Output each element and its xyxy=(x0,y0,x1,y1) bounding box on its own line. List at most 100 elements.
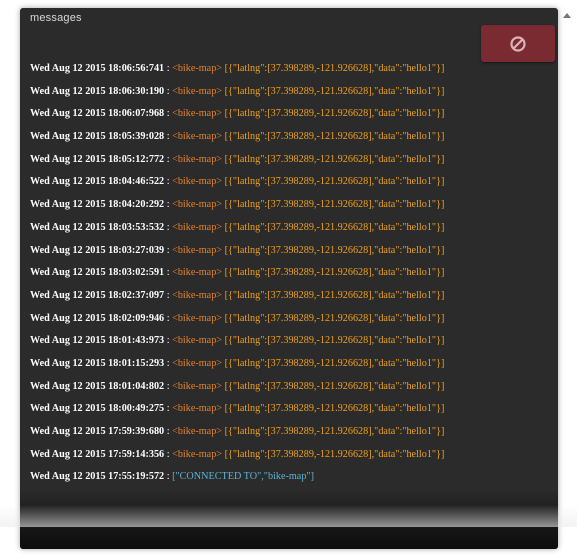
message-row: Wed Aug 12 2015 17:55:19:572 : ["CONNECT… xyxy=(30,466,490,489)
message-payload: [{"latlng":[37.398289,-121.926628],"data… xyxy=(224,244,445,256)
panel-title: messages xyxy=(30,12,82,24)
message-separator: : xyxy=(164,426,173,437)
bottom-reflection xyxy=(0,505,577,527)
message-channel: <bike-map> xyxy=(172,380,223,392)
message-payload: [{"latlng":[37.398289,-121.926628],"data… xyxy=(224,108,445,120)
message-row: Wed Aug 12 2015 17:59:39:680 : <bike-map… xyxy=(30,421,490,444)
message-row: Wed Aug 12 2015 18:02:37:097 : <bike-map… xyxy=(30,285,490,308)
message-row: Wed Aug 12 2015 18:05:12:772 : <bike-map… xyxy=(30,149,490,172)
message-channel: <bike-map> xyxy=(172,131,223,143)
message-timestamp: Wed Aug 12 2015 18:03:53:532 xyxy=(30,221,165,233)
message-separator: : xyxy=(164,108,173,120)
message-timestamp: Wed Aug 12 2015 18:03:02:591 xyxy=(30,267,165,279)
message-channel: <bike-map> xyxy=(172,199,223,211)
message-row: Wed Aug 12 2015 18:06:07:968 : <bike-map… xyxy=(30,103,490,126)
block-icon xyxy=(510,35,526,52)
message-channel: <bike-map> xyxy=(172,403,223,415)
message-timestamp: Wed Aug 12 2015 18:04:20:292 xyxy=(30,199,165,211)
message-timestamp: Wed Aug 12 2015 18:03:27:039 xyxy=(30,244,165,256)
message-payload: [{"latlng":[37.398289,-121.926628],"data… xyxy=(224,153,445,165)
message-row: Wed Aug 12 2015 18:04:46:522 : <bike-map… xyxy=(30,171,490,194)
message-timestamp: Wed Aug 12 2015 18:02:09:946 xyxy=(30,312,165,324)
message-separator: : xyxy=(164,289,173,301)
message-payload: [{"latlng":[37.398289,-121.926628],"data… xyxy=(224,426,445,437)
message-payload: ["CONNECTED TO","bike-map"] xyxy=(172,471,314,483)
message-timestamp: Wed Aug 12 2015 18:01:15:293 xyxy=(30,357,165,369)
message-row: Wed Aug 12 2015 18:01:04:802 : <bike-map… xyxy=(30,376,490,399)
message-separator: : xyxy=(164,471,173,483)
message-payload: [{"latlng":[37.398289,-121.926628],"data… xyxy=(224,267,445,279)
message-separator: : xyxy=(164,244,173,256)
message-separator: : xyxy=(164,176,173,188)
message-payload: [{"latlng":[37.398289,-121.926628],"data… xyxy=(224,289,445,301)
message-separator: : xyxy=(164,267,173,279)
message-timestamp: Wed Aug 12 2015 18:06:30:190 xyxy=(30,85,165,97)
message-row: Wed Aug 12 2015 18:00:49:275 : <bike-map… xyxy=(30,398,490,421)
message-log: Wed Aug 12 2015 18:06:56:741 : <bike-map… xyxy=(30,58,490,489)
clear-messages-button[interactable] xyxy=(481,25,555,62)
message-separator: : xyxy=(164,357,173,369)
message-payload: [{"latlng":[37.398289,-121.926628],"data… xyxy=(224,380,445,392)
message-payload: [{"latlng":[37.398289,-121.926628],"data… xyxy=(224,176,445,188)
message-separator: : xyxy=(164,63,173,74)
message-channel: <bike-map> xyxy=(172,85,223,97)
message-channel: <bike-map> xyxy=(172,221,223,233)
message-row: Wed Aug 12 2015 17:59:14:356 : <bike-map… xyxy=(30,444,490,467)
message-channel: <bike-map> xyxy=(172,335,223,347)
message-separator: : xyxy=(164,131,173,143)
message-timestamp: Wed Aug 12 2015 18:01:43:973 xyxy=(30,335,165,347)
message-timestamp: Wed Aug 12 2015 17:59:14:356 xyxy=(30,448,165,460)
scroll-up-arrow-icon[interactable] xyxy=(563,13,571,18)
message-timestamp: Wed Aug 12 2015 18:04:46:522 xyxy=(30,176,165,188)
message-row: Wed Aug 12 2015 18:03:27:039 : <bike-map… xyxy=(30,240,490,263)
message-timestamp: Wed Aug 12 2015 17:55:19:572 xyxy=(30,471,165,483)
message-separator: : xyxy=(164,199,173,211)
message-row: Wed Aug 12 2015 18:02:09:946 : <bike-map… xyxy=(30,308,490,331)
message-payload: [{"latlng":[37.398289,-121.926628],"data… xyxy=(224,357,445,369)
message-row: Wed Aug 12 2015 18:06:56:741 : <bike-map… xyxy=(30,58,490,81)
message-timestamp: Wed Aug 12 2015 18:05:12:772 xyxy=(30,153,165,165)
message-timestamp: Wed Aug 12 2015 18:01:04:802 xyxy=(30,380,165,392)
message-timestamp: Wed Aug 12 2015 18:06:56:741 xyxy=(30,63,165,74)
message-channel: <bike-map> xyxy=(172,267,223,279)
message-payload: [{"latlng":[37.398289,-121.926628],"data… xyxy=(224,85,445,97)
message-channel: <bike-map> xyxy=(172,357,223,369)
message-row: Wed Aug 12 2015 18:06:30:190 : <bike-map… xyxy=(30,81,490,104)
message-separator: : xyxy=(164,335,173,347)
message-channel: <bike-map> xyxy=(172,289,223,301)
message-timestamp: Wed Aug 12 2015 18:02:37:097 xyxy=(30,289,165,301)
message-channel: <bike-map> xyxy=(172,63,223,74)
message-separator: : xyxy=(164,221,173,233)
message-row: Wed Aug 12 2015 18:01:43:973 : <bike-map… xyxy=(30,330,490,353)
message-channel: <bike-map> xyxy=(172,448,223,460)
message-separator: : xyxy=(164,403,173,415)
message-channel: <bike-map> xyxy=(172,244,223,256)
message-payload: [{"latlng":[37.398289,-121.926628],"data… xyxy=(224,312,445,324)
message-timestamp: Wed Aug 12 2015 18:05:39:028 xyxy=(30,131,165,143)
message-payload: [{"latlng":[37.398289,-121.926628],"data… xyxy=(224,403,445,415)
message-separator: : xyxy=(164,153,173,165)
message-separator: : xyxy=(164,312,173,324)
message-payload: [{"latlng":[37.398289,-121.926628],"data… xyxy=(224,221,445,233)
message-timestamp: Wed Aug 12 2015 17:59:39:680 xyxy=(30,426,165,437)
message-payload: [{"latlng":[37.398289,-121.926628],"data… xyxy=(224,199,445,211)
messages-panel: messages Wed Aug 12 2015 18:06:56:741 : … xyxy=(20,8,558,549)
message-separator: : xyxy=(164,380,173,392)
message-payload: [{"latlng":[37.398289,-121.926628],"data… xyxy=(224,448,445,460)
message-separator: : xyxy=(164,448,173,460)
message-row: Wed Aug 12 2015 18:03:02:591 : <bike-map… xyxy=(30,262,490,285)
message-channel: <bike-map> xyxy=(172,108,223,120)
message-channel: <bike-map> xyxy=(172,312,223,324)
message-timestamp: Wed Aug 12 2015 18:00:49:275 xyxy=(30,403,165,415)
message-row: Wed Aug 12 2015 18:04:20:292 : <bike-map… xyxy=(30,194,490,217)
message-separator: : xyxy=(164,85,173,97)
message-payload: [{"latlng":[37.398289,-121.926628],"data… xyxy=(224,335,445,347)
message-channel: <bike-map> xyxy=(172,426,223,437)
message-payload: [{"latlng":[37.398289,-121.926628],"data… xyxy=(224,63,445,74)
message-channel: <bike-map> xyxy=(172,176,223,188)
message-row: Wed Aug 12 2015 18:05:39:028 : <bike-map… xyxy=(30,126,490,149)
scrollbar[interactable] xyxy=(560,8,574,549)
message-timestamp: Wed Aug 12 2015 18:06:07:968 xyxy=(30,108,165,120)
message-row: Wed Aug 12 2015 18:01:15:293 : <bike-map… xyxy=(30,353,490,376)
message-row: Wed Aug 12 2015 18:03:53:532 : <bike-map… xyxy=(30,217,490,240)
